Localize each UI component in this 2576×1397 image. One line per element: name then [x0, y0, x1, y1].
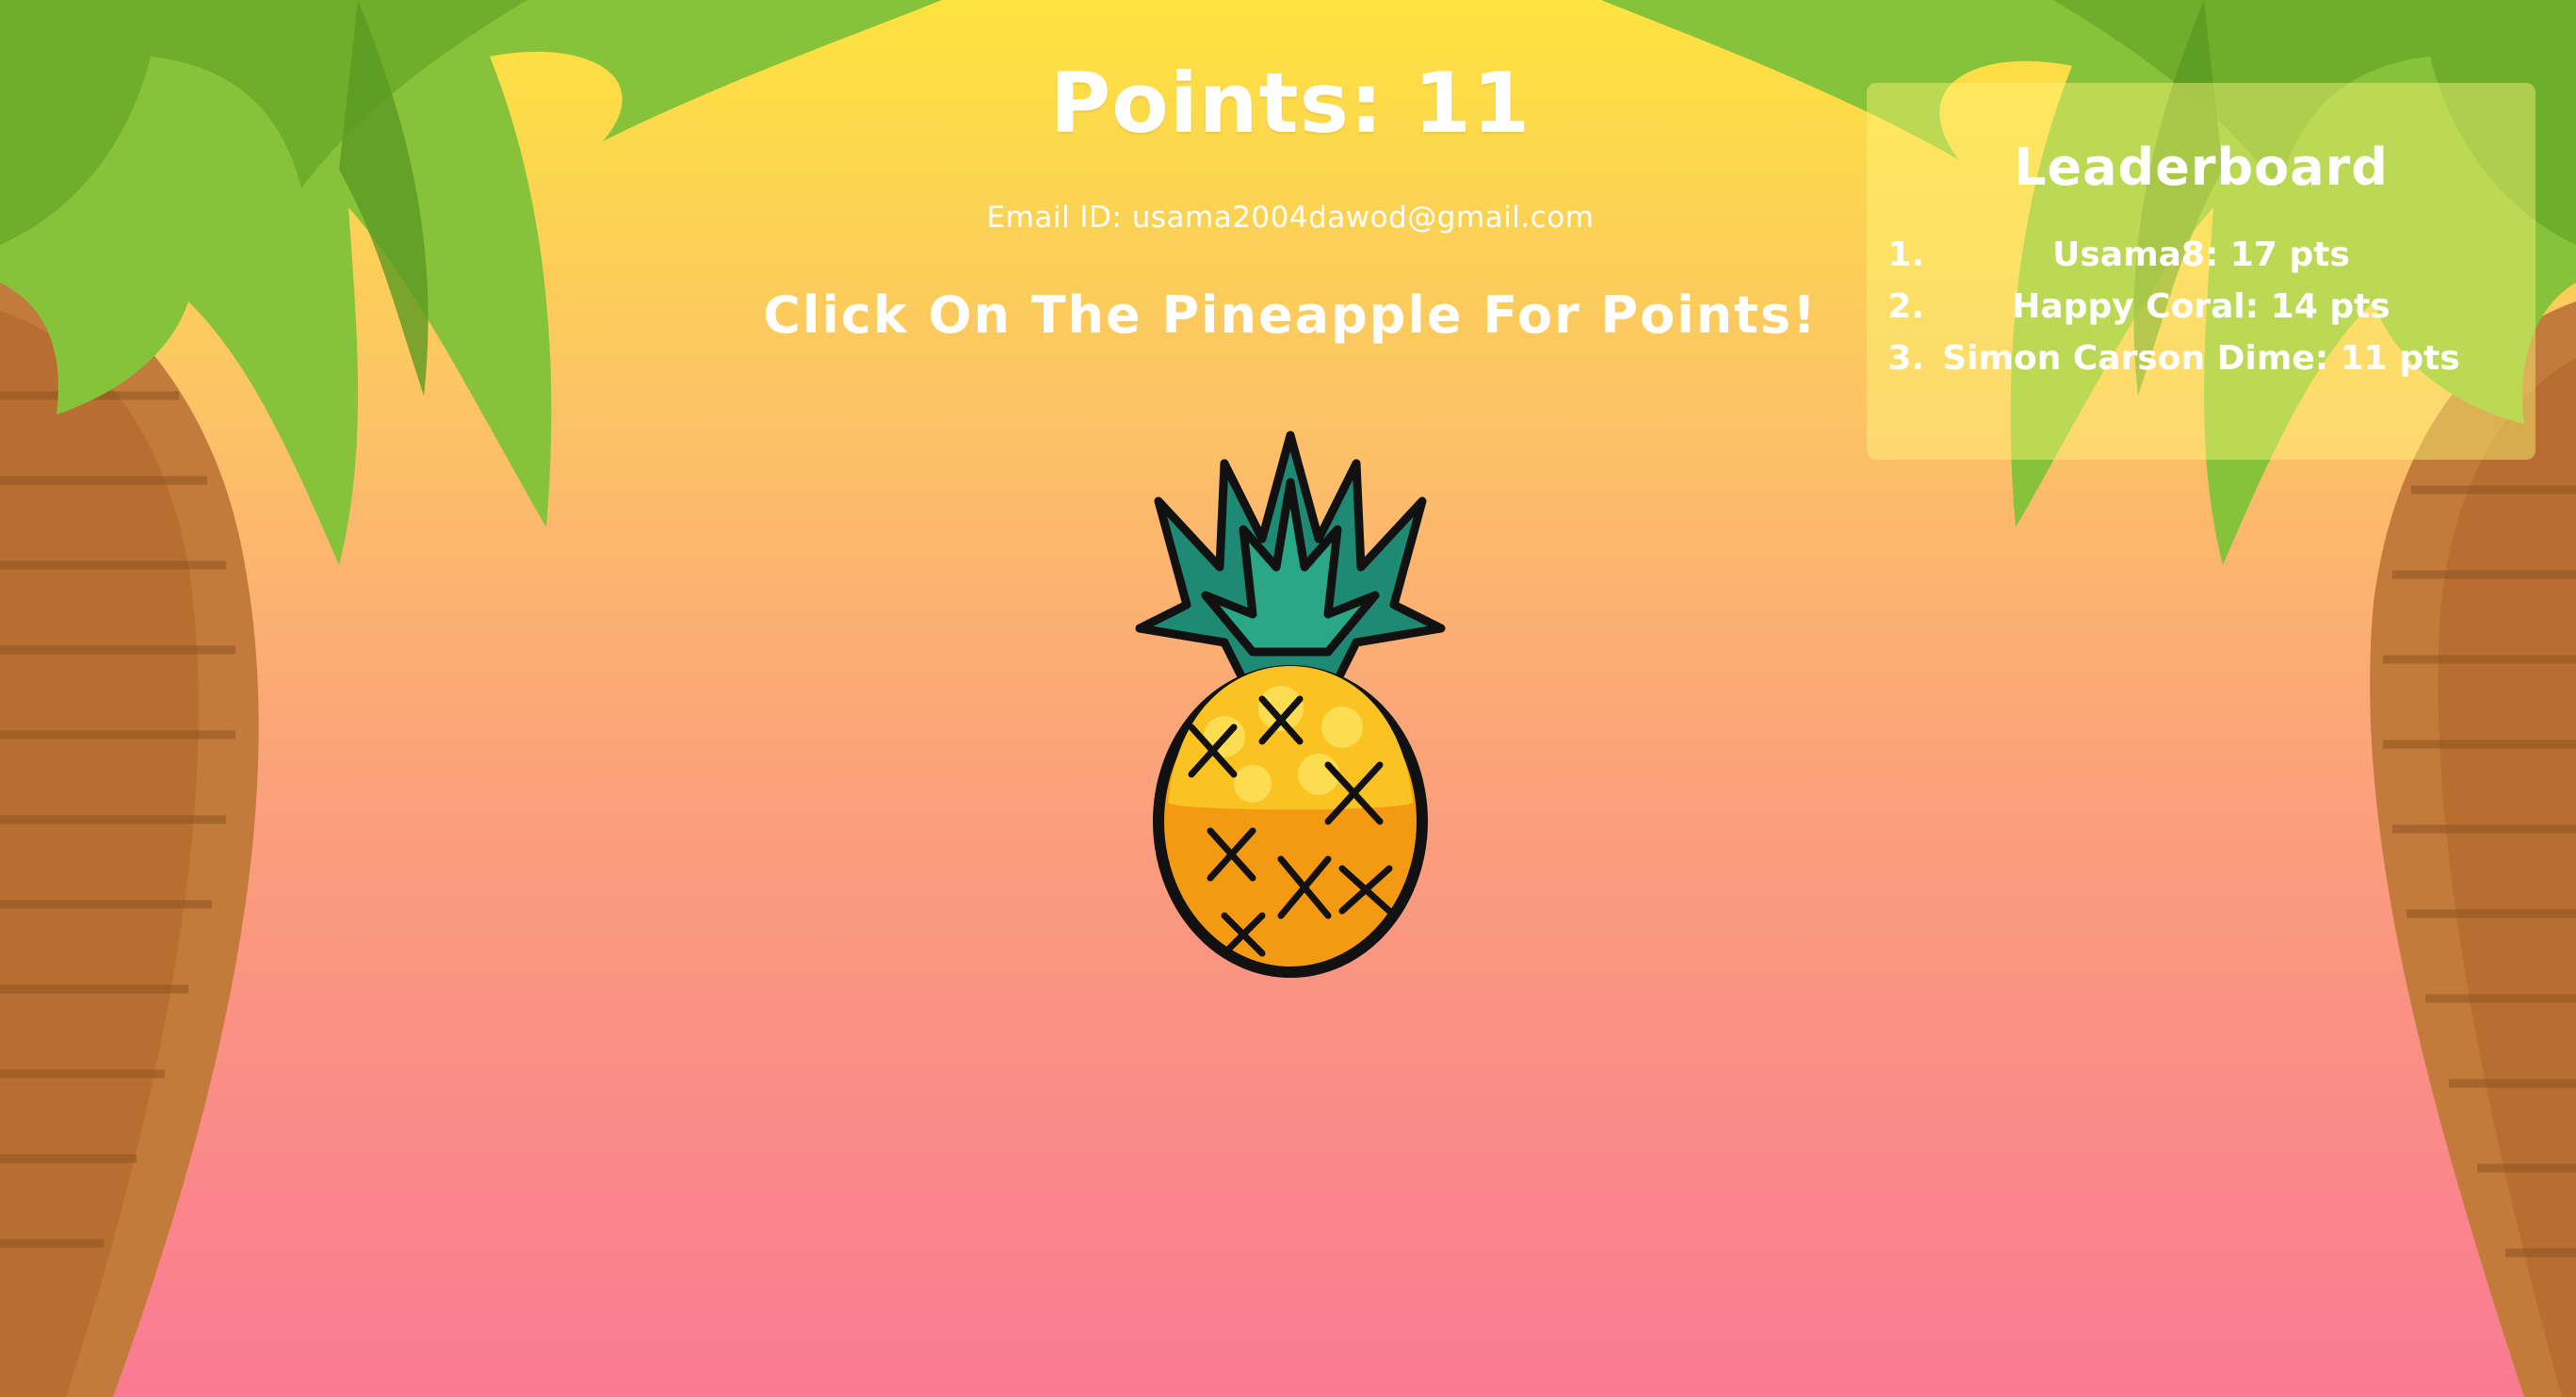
right-palm-trunk: [2370, 301, 2576, 1397]
pineapple-button[interactable]: [1121, 426, 1460, 982]
left-palm-leaves: [0, 0, 942, 565]
leaderboard-panel: Leaderboard 1. Usama8: 17 pts 2. Happy C…: [1867, 83, 2535, 460]
leaderboard-entry-text: Simon Carson Dime: 11 pts: [1942, 339, 2460, 378]
points-counter: Points: 11: [1049, 55, 1531, 152]
leaderboard-title: Leaderboard: [2014, 138, 2389, 197]
leaderboard-entry: 3. Simon Carson Dime: 11 pts: [1867, 333, 2535, 384]
leaderboard-entry: 2. Happy Coral: 14 pts: [1867, 281, 2535, 333]
leaderboard-list: 1. Usama8: 17 pts 2. Happy Coral: 14 pts…: [1867, 229, 2535, 384]
left-palm-trunk: [0, 245, 259, 1397]
leaderboard-entry-text: Happy Coral: 14 pts: [2012, 287, 2390, 326]
email-id-label: Email ID: usama2004dawod@gmail.com: [986, 201, 1595, 235]
leaderboard-entry-text: Usama8: 17 pts: [2052, 236, 2350, 274]
pineapple-icon: [1135, 430, 1446, 978]
leaderboard-entry: 1. Usama8: 17 pts: [1867, 229, 2535, 281]
instruction-text: Click On The Pineapple For Points!: [763, 285, 1818, 345]
